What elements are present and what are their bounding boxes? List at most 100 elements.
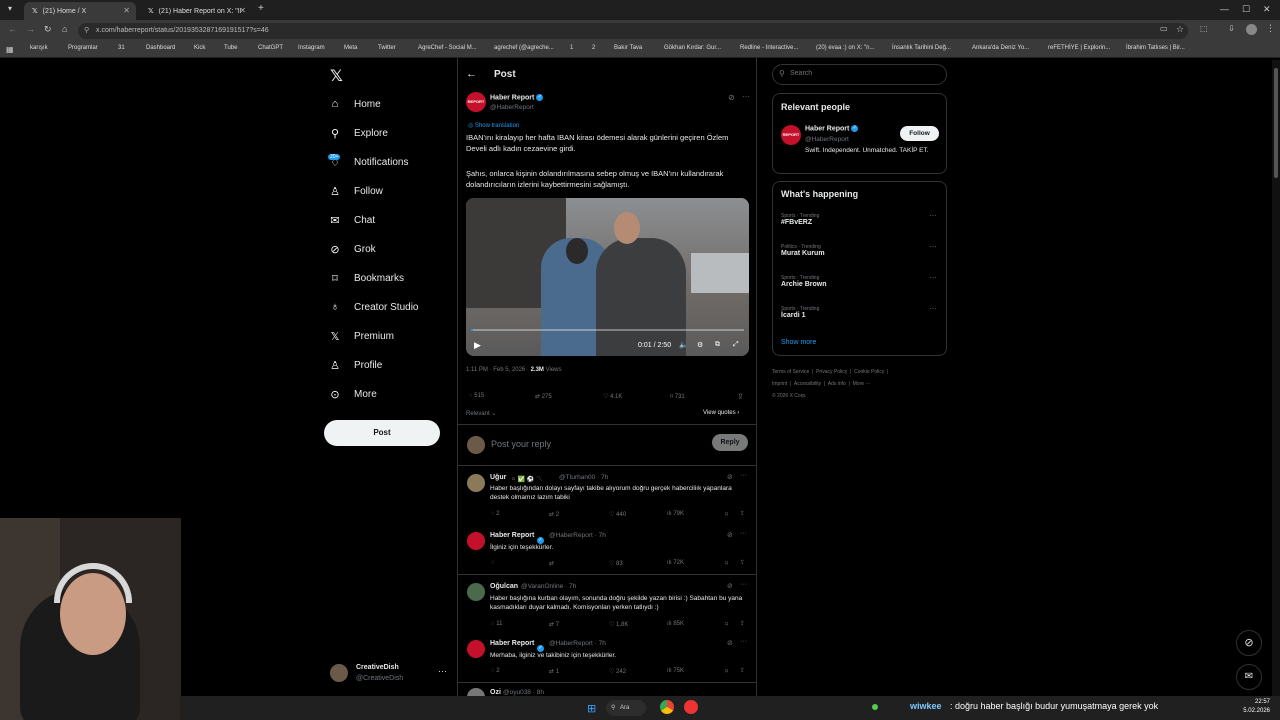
apps-grid-icon[interactable]: ▦	[6, 45, 14, 54]
more-dots-icon[interactable]: ···	[740, 581, 747, 588]
back-arrow-icon[interactable]: ←	[466, 68, 477, 80]
nav-chat[interactable]: ✉ Chat	[326, 208, 454, 232]
sidebar-post-button[interactable]: Post	[324, 420, 440, 446]
bookmark-item[interactable]: agrechef (@agreche...	[494, 45, 554, 51]
system-clock[interactable]: 22:57 5.02.2026	[1220, 698, 1270, 716]
views-stat[interactable]: ılı 75K	[667, 668, 684, 674]
bookmark-item[interactable]: Tube	[224, 45, 237, 51]
bookmark-item[interactable]: Dashboard	[146, 45, 175, 51]
settings-gear-icon[interactable]: ⚙	[697, 341, 703, 349]
reply-stat[interactable]: ◌ 2	[491, 511, 500, 517]
trend-item[interactable]: Sports · Trending İcardi 1 ···	[781, 304, 941, 328]
maximize-icon[interactable]: ☐	[1242, 4, 1250, 15]
grok-analyze-icon[interactable]: ⊘	[727, 582, 733, 590]
nav-grok[interactable]: ⊘ Grok	[326, 237, 454, 261]
window-close-icon[interactable]: ✕	[1263, 4, 1271, 15]
share-icon[interactable]: ⇪	[740, 667, 745, 674]
repost-stat[interactable]: ⇄ 2	[549, 511, 559, 518]
views-stat[interactable]: ılı 85K	[667, 621, 684, 627]
bookmark-icon[interactable]: ⌑	[725, 668, 728, 675]
browser-tab-post[interactable]: 𝕏 (21) Haber Report on X: "IBAN'... ✕	[140, 2, 252, 20]
author-handle[interactable]: @HaberReport	[490, 104, 534, 111]
page-scrollbar[interactable]	[1272, 60, 1280, 696]
url-field[interactable]: ⚲ x.com/haberreport/status/2019353287169…	[78, 23, 1188, 39]
more-dots-icon[interactable]: ···	[929, 242, 937, 251]
share-icon[interactable]: ⇪	[737, 392, 744, 401]
volume-icon[interactable]: 🔈	[679, 341, 688, 349]
grok-analyze-icon[interactable]: ⊘	[727, 639, 733, 647]
footer-link[interactable]: Accessibility	[794, 381, 821, 387]
reply-button[interactable]: Reply	[712, 434, 748, 451]
nav-creator-studio[interactable]: ♁ Creator Studio	[326, 295, 454, 319]
video-progress-track[interactable]	[471, 329, 744, 331]
extensions-icon[interactable]: ⬚	[1200, 24, 1208, 33]
like-stat[interactable]: ♡ 242	[609, 668, 626, 675]
bookmark-item[interactable]: Programlar	[68, 45, 98, 51]
footer-link[interactable]: Terms of Service	[772, 369, 809, 375]
bookmark-icon[interactable]: ⌑	[725, 560, 728, 567]
nav-bookmarks[interactable]: ⌑ Bookmarks	[326, 266, 454, 290]
bookmark-item[interactable]: ChatGPT	[258, 45, 283, 51]
nav-more[interactable]: ⊙ More	[326, 382, 454, 406]
x-logo-icon[interactable]: 𝕏	[330, 66, 343, 86]
bookmark-icon[interactable]: ⌑	[725, 511, 728, 518]
nav-notifications[interactable]: ♢ 20+ Notifications	[326, 150, 454, 174]
bookmark-item[interactable]: 2	[592, 45, 595, 51]
views-stat[interactable]: ılı 79K	[667, 511, 684, 517]
grok-analyze-icon[interactable]: ⊘	[727, 473, 733, 481]
new-tab-icon[interactable]: +	[258, 3, 264, 14]
list-item[interactable]: Haber Report ✓ @HaberReport · 7h ⊘ ··· M…	[457, 634, 757, 680]
forward-icon[interactable]: →	[26, 24, 35, 34]
messages-float-icon[interactable]: ✉	[1236, 664, 1262, 690]
reply-input[interactable]: Post your reply	[491, 439, 551, 449]
views-stat[interactable]: ılı 72K	[667, 560, 684, 566]
avatar[interactable]: REPORT	[781, 125, 801, 145]
trend-item[interactable]: Politics · Trending Murat Kurum ···	[781, 242, 941, 266]
profile-avatar[interactable]	[1246, 24, 1257, 35]
nav-home[interactable]: ⌂ Home	[326, 92, 454, 116]
search-box[interactable]: ⚲ Search	[772, 64, 947, 85]
more-dots-icon[interactable]: ···	[740, 472, 747, 479]
bookmark-item[interactable]: İbrahim Tatlıses | Bir...	[1126, 45, 1185, 51]
author-avatar[interactable]: REPORT	[466, 92, 486, 112]
share-icon[interactable]: ⇪	[740, 510, 745, 517]
home-browser-icon[interactable]: ⌂	[62, 24, 67, 34]
more-dots-icon[interactable]: ···	[740, 530, 747, 537]
account-switcher[interactable]: CreativeDish @CreativeDish ···	[326, 660, 454, 690]
bookmark-item[interactable]: Instagram	[298, 45, 325, 51]
more-dots-icon[interactable]: ···	[742, 92, 750, 101]
person-name[interactable]: Haber Report ✓	[805, 125, 859, 132]
scrollbar-thumb[interactable]	[1274, 68, 1278, 178]
bookmark-item[interactable]: (20) evaa :) on X: "n...	[816, 45, 875, 51]
trend-item[interactable]: Sports · Trending Archie Brown ···	[781, 273, 941, 297]
search-input[interactable]: Search	[790, 70, 812, 77]
reply-stat[interactable]: ◌ 2	[491, 668, 500, 674]
list-item[interactable]: Oğulcan @VaranOnline · 7h ⊘ ··· Haber ba…	[457, 574, 757, 634]
sort-dropdown[interactable]: Relevant ⌄	[466, 410, 496, 417]
fullscreen-icon[interactable]: ⤢	[733, 341, 739, 349]
footer-link[interactable]: Privacy Policy	[816, 369, 847, 375]
back-icon[interactable]: ←	[8, 24, 17, 34]
reply-stat[interactable]: ◌ 515	[469, 393, 484, 399]
tab-menu-icon[interactable]: ▾	[8, 4, 12, 13]
like-stat[interactable]: ♡ 1.8K	[609, 621, 628, 628]
post-timestamp[interactable]: 1:11 PM · Feb 5, 2026 ·	[466, 367, 529, 373]
bookmark-item[interactable]: 31	[118, 45, 125, 51]
more-dots-icon[interactable]: ···	[740, 638, 747, 645]
nav-explore[interactable]: ⚲ Explore	[326, 121, 454, 145]
repost-stat[interactable]: ⇄ 7	[549, 621, 559, 628]
show-translation-link[interactable]: ◎ Show translation	[468, 122, 519, 129]
bookmark-stat[interactable]: ⌑ 731	[670, 393, 685, 400]
bookmark-item[interactable]: İnsanlık Tarihini Değ...	[892, 45, 951, 51]
bookmark-item[interactable]: AgreChef - Social M...	[418, 45, 477, 51]
bookmark-icon[interactable]: ⌑	[725, 621, 728, 628]
share-icon[interactable]: ⇪	[740, 559, 745, 566]
footer-link[interactable]: Cookie Policy	[854, 369, 884, 375]
close-tab-icon[interactable]: ✕	[123, 6, 130, 15]
footer-link[interactable]: More ···	[853, 381, 871, 387]
nav-premium[interactable]: 𝕏 Premium	[326, 324, 454, 348]
minimize-icon[interactable]: —	[1220, 4, 1229, 14]
bookmark-item[interactable]: reFETHİYE | Explorin...	[1048, 45, 1110, 51]
footer-link[interactable]: Ads info	[828, 381, 846, 387]
share-icon[interactable]: ⇪	[740, 620, 745, 627]
